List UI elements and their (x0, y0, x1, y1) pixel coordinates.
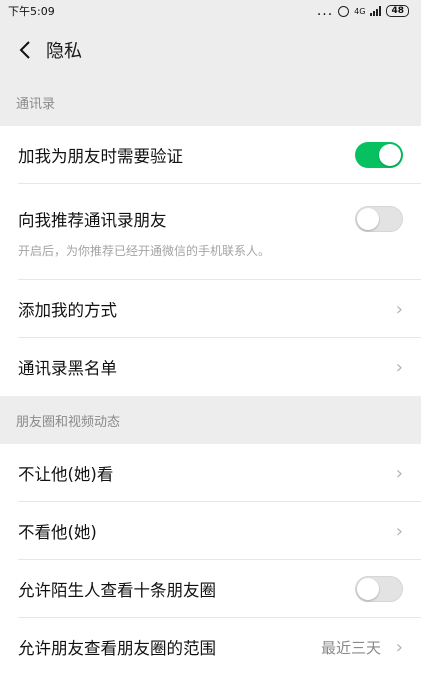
nav-header: 隐私 (0, 22, 421, 78)
chevron-right-icon: › (395, 636, 403, 658)
recommend-contacts-row: 向我推荐通讯录朋友 开启后，为你推荐已经开通微信的手机联系人。 (0, 184, 421, 280)
row-label: 允许陌生人查看十条朋友圈 (18, 581, 216, 600)
row-label: 不让他(她)看 (18, 465, 114, 484)
row-label: 不看他(她) (18, 523, 97, 542)
row-label: 允许朋友查看朋友圈的范围 (18, 639, 216, 658)
require-verification-toggle[interactable] (355, 142, 403, 168)
chevron-right-icon: › (395, 356, 403, 378)
page-title: 隐私 (46, 41, 82, 62)
toggle-knob (357, 578, 379, 600)
back-button[interactable] (14, 39, 36, 61)
value-wrap: 最近三天 › (321, 637, 403, 658)
toggle-knob (379, 144, 401, 166)
row-label: 添加我的方式 (18, 301, 117, 320)
recommend-contacts-hint: 开启后，为你推荐已经开通微信的手机联系人。 (18, 243, 271, 258)
recommend-contacts-toggle[interactable] (355, 205, 403, 232)
contacts-blacklist-row[interactable]: 通讯录黑名单 › (0, 338, 421, 396)
chevron-right-icon: › (395, 298, 403, 320)
status-time: 下午5:09 (8, 5, 55, 18)
more-notifications-icon: ... (316, 3, 334, 19)
section-label-contacts: 通讯录 (0, 78, 421, 126)
chevron-right-icon: › (395, 462, 403, 484)
visible-range-value: 最近三天 (320, 638, 381, 657)
contacts-group: 加我为朋友时需要验证 向我推荐通讯录朋友 开启后，为你推荐已经开通微信的手机联系… (0, 126, 421, 396)
section-label-moments: 朋友圈和视频动态 (0, 396, 421, 444)
chevron-right-icon: › (395, 520, 403, 542)
hide-my-posts-row[interactable]: 不让他(她)看 › (0, 444, 421, 502)
row-label: 向我推荐通讯录朋友 (18, 210, 167, 230)
stranger-view-toggle[interactable] (355, 576, 403, 602)
row-label: 通讯录黑名单 (18, 359, 117, 378)
moments-group: 不让他(她)看 › 不看他(她) › 允许陌生人查看十条朋友圈 允许朋友查看朋友… (0, 444, 421, 676)
add-me-methods-row[interactable]: 添加我的方式 › (0, 280, 421, 338)
status-icons: ... 4G 48 (316, 3, 409, 19)
moments-visible-range-row[interactable]: 允许朋友查看朋友圈的范围 最近三天 › (0, 618, 421, 676)
stranger-view-ten-posts-row: 允许陌生人查看十条朋友圈 (0, 560, 421, 618)
row-label: 加我为朋友时需要验证 (18, 147, 183, 166)
hide-their-posts-row[interactable]: 不看他(她) › (0, 502, 421, 560)
status-bar: 下午5:09 ... 4G 48 (0, 0, 421, 22)
alarm-icon (338, 5, 350, 17)
require-verification-row: 加我为朋友时需要验证 (0, 126, 421, 184)
battery-icon: 48 (386, 5, 409, 17)
toggle-knob (357, 207, 379, 230)
chevron-left-icon (19, 41, 30, 59)
signal-icon (370, 6, 382, 16)
network-type: 4G (354, 6, 366, 16)
